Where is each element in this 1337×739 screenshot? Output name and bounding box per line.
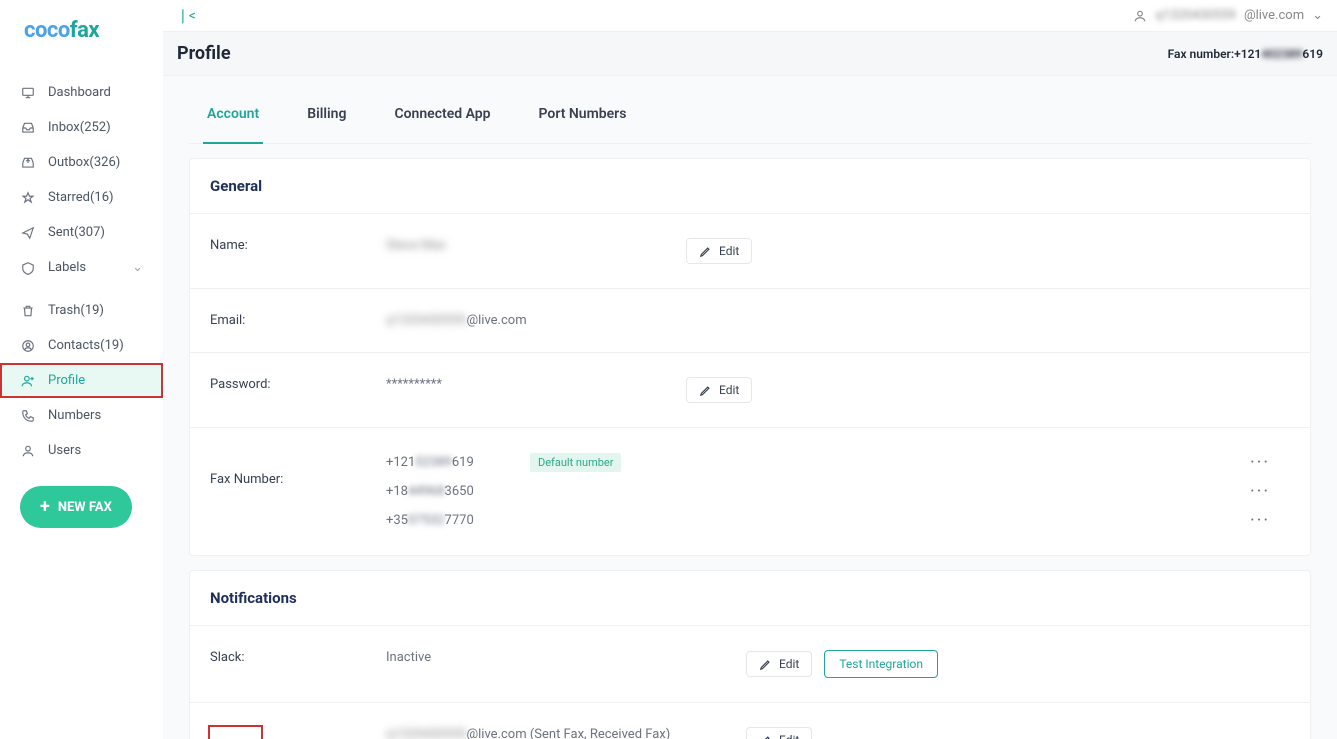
fax-number-value: +35075327770	[386, 513, 506, 528]
edit-slack-button[interactable]: Edit	[746, 651, 812, 677]
topbar: ❘< q1320430559 @live.com ⌄	[163, 0, 1337, 32]
nav-item-numbers[interactable]: Numbers	[0, 398, 163, 433]
edit-password-button[interactable]: Edit	[686, 377, 752, 403]
more-icon[interactable]: ···	[1250, 510, 1290, 531]
logo: cocofax	[0, 0, 163, 75]
general-card: General Name: Steve Max Edit Email: q132…	[189, 158, 1311, 556]
user-email-blur: q1320430559	[1155, 8, 1235, 23]
name-row: Name: Steve Max Edit	[190, 214, 1310, 289]
plus-icon: +	[40, 498, 50, 516]
monitor-icon	[20, 85, 36, 100]
inbox-icon	[20, 120, 36, 135]
nav-item-outbox[interactable]: Outbox(326)	[0, 145, 163, 180]
nav-label: Sent(307)	[48, 225, 105, 240]
tag-icon	[20, 260, 36, 275]
logo-part2: fax	[70, 18, 99, 43]
tab-billing[interactable]: Billing	[303, 86, 350, 143]
nav-item-sent[interactable]: Sent(307)	[0, 215, 163, 250]
user-email-suffix: @live.com	[1244, 8, 1304, 23]
user-icon	[20, 443, 36, 458]
nav-label: Profile	[48, 373, 85, 388]
fax-number-list: +12102389619Default number···+1844968365…	[386, 448, 1290, 535]
slack-value: Inactive	[386, 650, 746, 665]
fax-number-line: +35075327770 ···	[386, 506, 1290, 535]
pencil-icon	[699, 244, 713, 258]
pencil-icon	[759, 657, 773, 671]
tab-connected[interactable]: Connected App	[390, 86, 494, 143]
trash-icon	[20, 303, 36, 318]
new-fax-label: NEW FAX	[58, 500, 112, 515]
nav-item-starred[interactable]: Starred(16)	[0, 180, 163, 215]
collapse-sidebar-icon[interactable]: ❘<	[177, 8, 196, 24]
more-icon[interactable]: ···	[1250, 452, 1290, 473]
name-label: Name:	[210, 238, 386, 253]
header-fax-number: Fax number:+121402389619	[1168, 47, 1323, 61]
content: AccountBillingConnected AppPort Numbers …	[163, 76, 1337, 739]
nav-label: Numbers	[48, 408, 101, 423]
password-label: Password:	[210, 377, 386, 392]
send-icon	[20, 225, 36, 240]
main-area: ❘< q1320430559 @live.com ⌄ Profile Fax nu…	[163, 0, 1337, 739]
email-row: Email: q1320430559@live.com	[190, 289, 1310, 353]
nav-label: Trash(19)	[48, 303, 104, 318]
user-plus-icon	[20, 373, 36, 388]
nav-list: Dashboard Inbox(252) Outbox(326) Starred(16…	[0, 75, 163, 468]
user-icon	[1133, 8, 1147, 23]
edit-notify-email-button[interactable]: Edit	[746, 727, 812, 739]
name-value: Steve Max	[386, 238, 446, 253]
pencil-icon	[759, 733, 773, 739]
general-heading: General	[190, 159, 1310, 214]
nav-item-profile[interactable]: Profile	[0, 363, 163, 398]
password-value: **********	[386, 377, 686, 392]
nav-label: Dashboard	[48, 85, 111, 100]
email-label: Email:	[210, 313, 386, 328]
sidebar: cocofax Dashboard Inbox(252) Outbox(326) St…	[0, 0, 163, 739]
new-fax-button[interactable]: + NEW FAX	[20, 486, 132, 528]
nav-label: Inbox(252)	[48, 120, 111, 135]
fax-number-value: +18449683650	[386, 484, 506, 499]
nav-item-users[interactable]: Users	[0, 433, 163, 468]
star-icon	[20, 190, 36, 205]
nav-item-dashboard[interactable]: Dashboard	[0, 75, 163, 110]
title-bar: Profile Fax number:+121402389619	[163, 32, 1337, 76]
nav-item-labels[interactable]: Labels ⌄	[0, 250, 163, 285]
tabs: Account Billing Connected App Port Numbers	[189, 86, 1311, 144]
contacts-icon	[20, 338, 36, 353]
chevron-down-icon: ⌄	[1312, 8, 1323, 23]
notifications-heading: Notifications	[190, 571, 1310, 626]
nav-label: Contacts(19)	[48, 338, 124, 353]
nav-item-inbox[interactable]: Inbox(252)	[0, 110, 163, 145]
user-menu[interactable]: q1320430559 @live.com ⌄	[1133, 8, 1323, 23]
outbox-icon	[20, 155, 36, 170]
nav-item-trash[interactable]: Trash(19)	[0, 293, 163, 328]
slack-label: Slack:	[210, 650, 386, 665]
logo-part1: coco	[24, 18, 70, 43]
phone-icon	[20, 408, 36, 423]
notify-email-row: Email: q1320430559@live.com (Sent Fax, R…	[190, 703, 1310, 739]
tab-port[interactable]: Port Numbers	[535, 86, 631, 143]
default-number-badge: Default number	[530, 453, 621, 472]
nav-label: Outbox(326)	[48, 155, 120, 170]
fax-number-line: +12102389619 Default number ···	[386, 448, 1290, 477]
slack-row: Slack: Inactive Edit Test Integration	[190, 626, 1310, 703]
fax-number-value: +12102389619	[386, 455, 506, 470]
more-icon[interactable]: ···	[1250, 481, 1290, 502]
password-row: Password: ********** Edit	[190, 353, 1310, 428]
test-integration-button[interactable]: Test Integration	[824, 650, 938, 678]
fax-number-label: Fax Number:	[210, 448, 386, 487]
nav-label: Labels	[48, 260, 86, 275]
notify-email-label: Email:	[210, 727, 261, 739]
tab-account[interactable]: Account	[203, 86, 263, 144]
nav-label: Starred(16)	[48, 190, 114, 205]
nav-item-contacts[interactable]: Contacts(19)	[0, 328, 163, 363]
notifications-card: Notifications Slack: Inactive Edit Test …	[189, 570, 1311, 739]
fax-number-row: Fax Number: +12102389619 Default number ··…	[190, 428, 1310, 555]
nav-label: Users	[48, 443, 81, 458]
page-title: Profile	[177, 43, 231, 64]
edit-name-button[interactable]: Edit	[686, 238, 752, 264]
fax-number-line: +18449683650 ···	[386, 477, 1290, 506]
chevron-down-icon: ⌄	[132, 260, 143, 275]
pencil-icon	[699, 383, 713, 397]
